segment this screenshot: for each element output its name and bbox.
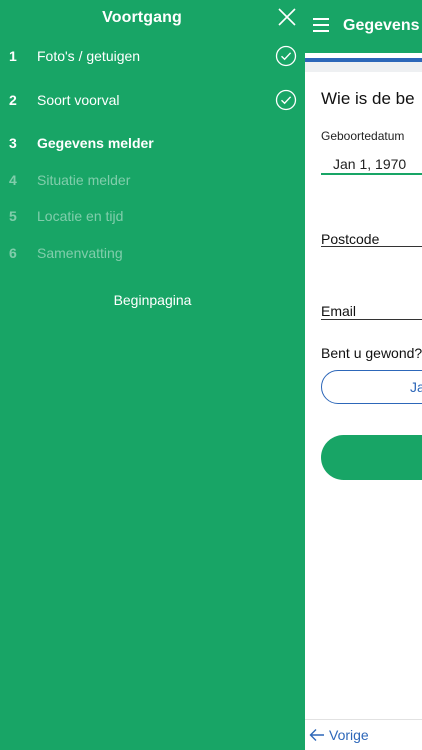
step-label: Soort voorval [37,92,120,108]
email-field[interactable]: Email [321,303,356,319]
step-label: Foto's / getuigen [37,48,141,64]
drawer-title: Voortgang [102,9,182,26]
step-number: 6 [9,245,17,261]
email-underline [321,319,422,320]
step-number: 1 [9,48,17,64]
step-item-incident-type[interactable]: 2 Soort voorval [0,88,305,112]
close-icon[interactable] [276,6,298,28]
footer-divider [305,719,422,720]
step-item-reporter-details[interactable]: 3 Gegevens melder [0,131,305,155]
step-item-location-time: 5 Locatie en tijd [0,204,305,228]
step-number: 5 [9,208,17,224]
step-item-summary: 6 Samenvatting [0,241,305,265]
step-label: Situatie melder [37,172,131,188]
step-number: 2 [9,92,17,108]
birthdate-underline [321,173,422,175]
check-circle-icon [275,89,297,111]
step-item-photos[interactable]: 1 Foto's / getuigen [0,44,305,68]
step-item-reporter-situation: 4 Situatie melder [0,168,305,192]
birthdate-field[interactable]: Jan 1, 1970 [333,156,406,172]
previous-label: Vorige [329,727,369,743]
progress-drawer: Voortgang 1 Foto's / getuigen 2 Soort vo… [0,0,305,750]
check-circle-icon [275,45,297,67]
arrow-left-icon [309,729,324,741]
postcode-underline [321,246,422,247]
form-page: Gegevens Wie is de be Geboortedatum Jan … [305,0,422,750]
top-bar: Gegevens [305,0,422,53]
yes-button[interactable]: Ja [321,370,422,404]
injured-question: Bent u gewond? [321,345,422,361]
page-title: Gegevens [343,17,420,34]
step-number: 3 [9,135,17,151]
step-number: 4 [9,172,17,188]
next-button[interactable] [321,435,422,480]
home-link[interactable]: Beginpagina [0,292,305,308]
step-label: Gegevens melder [37,135,154,151]
step-label: Samenvatting [37,245,123,261]
previous-link[interactable]: Vorige [309,727,369,743]
step-label: Locatie en tijd [37,208,124,224]
postcode-field[interactable]: Postcode [321,231,379,247]
form-question: Wie is de be [321,89,415,108]
birthdate-label: Geboortedatum [321,129,405,143]
menu-icon[interactable] [313,18,329,32]
header-divider [305,62,422,72]
